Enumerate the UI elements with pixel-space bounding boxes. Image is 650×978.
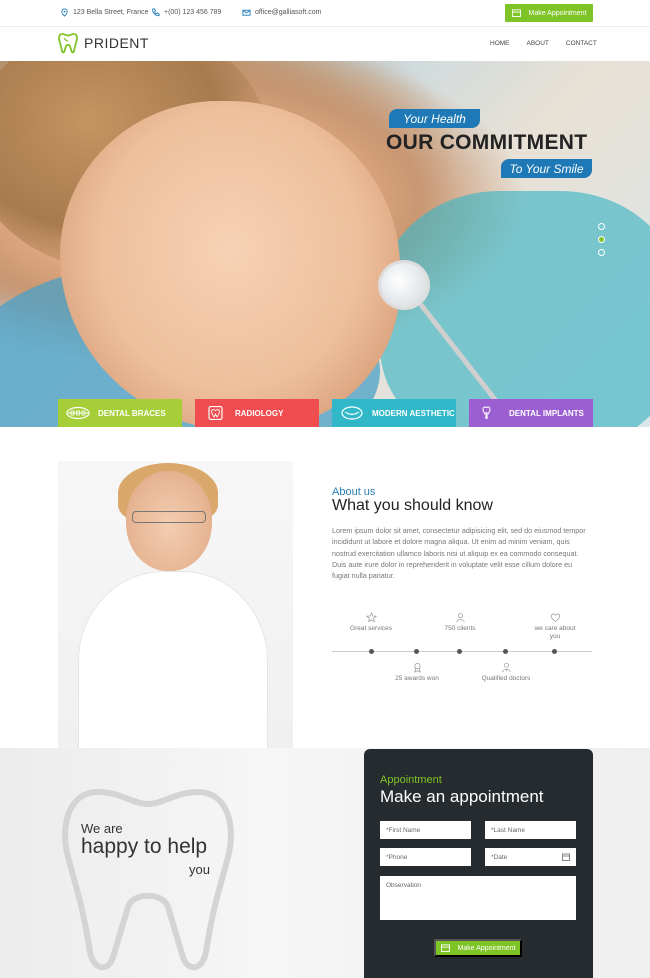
phone-placeholder: *Phone — [386, 853, 408, 861]
hero-tag-top: Your Health — [389, 109, 480, 128]
phone-field[interactable]: *Phone — [380, 848, 471, 866]
dental-mirror — [378, 260, 430, 310]
address-item: 123 Bella Street, France — [60, 8, 149, 17]
about-text: Lorem ipsum dolor sit amet, consectetur … — [332, 526, 586, 581]
timeline-dot — [369, 649, 374, 654]
nav-about[interactable]: ABOUT — [527, 40, 549, 47]
slider-dot-3[interactable] — [598, 249, 605, 256]
help-line-1: We are — [81, 821, 123, 836]
calendar-icon[interactable] — [562, 853, 570, 861]
service-modern-aesthetic[interactable]: MODERN AESTHETIC — [332, 399, 456, 427]
make-appointment-top-button[interactable]: Make Appointment — [505, 4, 593, 22]
braces-icon — [66, 406, 90, 420]
implant-icon — [482, 406, 491, 419]
phone-icon — [152, 8, 160, 17]
service-radiology[interactable]: RADIOLOGY — [195, 399, 319, 427]
timeline-label: 25 awards won — [395, 675, 439, 682]
last-name-field[interactable]: *Last Name — [485, 821, 576, 839]
star-icon — [365, 612, 377, 623]
location-icon — [61, 8, 68, 17]
first-name-field[interactable]: *First Name — [380, 821, 471, 839]
timeline-label: Qualified doctors — [481, 675, 531, 682]
tooth-logo-icon — [58, 33, 78, 54]
service-label: RADIOLOGY — [235, 408, 284, 418]
nav-home[interactable]: HOME — [490, 40, 510, 47]
hero-headline: OUR COMMITMENT — [386, 131, 588, 154]
award-icon — [413, 663, 421, 673]
doctor-photo-coat — [78, 571, 268, 748]
make-appointment-button[interactable]: Make Appointment — [434, 939, 522, 957]
help-line-2: happy to help — [81, 835, 208, 858]
service-dental-implants[interactable]: DENTAL IMPLANTS — [469, 399, 593, 427]
heart-icon — [550, 613, 560, 623]
radiology-icon — [208, 406, 223, 420]
timeline-dot — [457, 649, 462, 654]
hero-tag-bottom: To Your Smile — [501, 159, 592, 178]
make-appointment-label: Make Appointment — [457, 944, 516, 952]
date-placeholder: *Date — [491, 853, 508, 861]
tooth-outline-icon — [62, 788, 234, 971]
last-name-placeholder: *Last Name — [491, 826, 525, 834]
email-item[interactable]: office@galliasoft.com — [242, 8, 322, 17]
doctor-icon — [501, 662, 511, 673]
timeline-item-doctors: Qualified doctors — [481, 662, 531, 683]
observation-field[interactable]: Observation — [380, 876, 576, 920]
timeline-dot — [552, 649, 557, 654]
hero-slider — [0, 61, 650, 427]
service-dental-braces[interactable]: DENTAL BRACES — [58, 399, 182, 427]
appointment-kicker: Appointment — [380, 774, 442, 786]
timeline-item-services: Great services — [346, 612, 396, 633]
nav-contact[interactable]: CONTACT — [566, 40, 597, 47]
doctor-photo — [58, 461, 293, 748]
make-appointment-top-label: Make Appointment — [528, 9, 587, 17]
timeline-dot — [414, 649, 419, 654]
timeline-dot — [503, 649, 508, 654]
observation-placeholder: Observation — [386, 882, 422, 889]
logo-text: PRIDENT — [84, 35, 149, 51]
top-bar: 123 Bella Street, France +(00) 123 456 7… — [0, 0, 650, 27]
timeline-label: 750 clients — [444, 625, 476, 632]
service-label: DENTAL BRACES — [98, 408, 166, 418]
service-label: DENTAL IMPLANTS — [509, 408, 584, 418]
hero-image-face — [60, 101, 400, 427]
email-text: office@galliasoft.com — [255, 9, 322, 16]
timeline-item-clients: 750 clients — [435, 612, 485, 633]
address-text: 123 Bella Street, France — [73, 9, 149, 16]
calendar-icon — [440, 944, 450, 952]
date-field[interactable]: *Date — [485, 848, 576, 866]
timeline-label: we care about you — [534, 625, 576, 640]
about-title: What you should know — [332, 497, 493, 514]
doctor-photo-glasses — [132, 511, 206, 523]
slider-dot-2[interactable] — [598, 236, 605, 243]
aesthetic-icon — [341, 406, 363, 420]
main-navbar: PRIDENT HOME ABOUT CONTACT — [0, 27, 650, 61]
appointment-title: Make an appointment — [380, 787, 544, 806]
timeline-item-awards: 25 awards won — [392, 662, 442, 683]
help-line-3: you — [189, 862, 210, 877]
slider-dot-1[interactable] — [598, 223, 605, 230]
service-label: MODERN AESTHETIC — [372, 408, 455, 418]
phone-item[interactable]: +(00) 123 456 789 — [151, 8, 221, 17]
timeline-label: Great services — [350, 625, 392, 632]
nav-links: HOME ABOUT CONTACT — [490, 40, 597, 47]
phone-text: +(00) 123 456 789 — [164, 9, 222, 16]
timeline-item-care: we care about you — [530, 612, 580, 641]
slider-dots — [598, 223, 605, 256]
mail-icon — [242, 9, 251, 16]
logo[interactable]: PRIDENT — [58, 32, 149, 54]
first-name-placeholder: *First Name — [386, 826, 421, 834]
calendar-icon — [511, 9, 521, 17]
user-icon — [455, 613, 465, 623]
